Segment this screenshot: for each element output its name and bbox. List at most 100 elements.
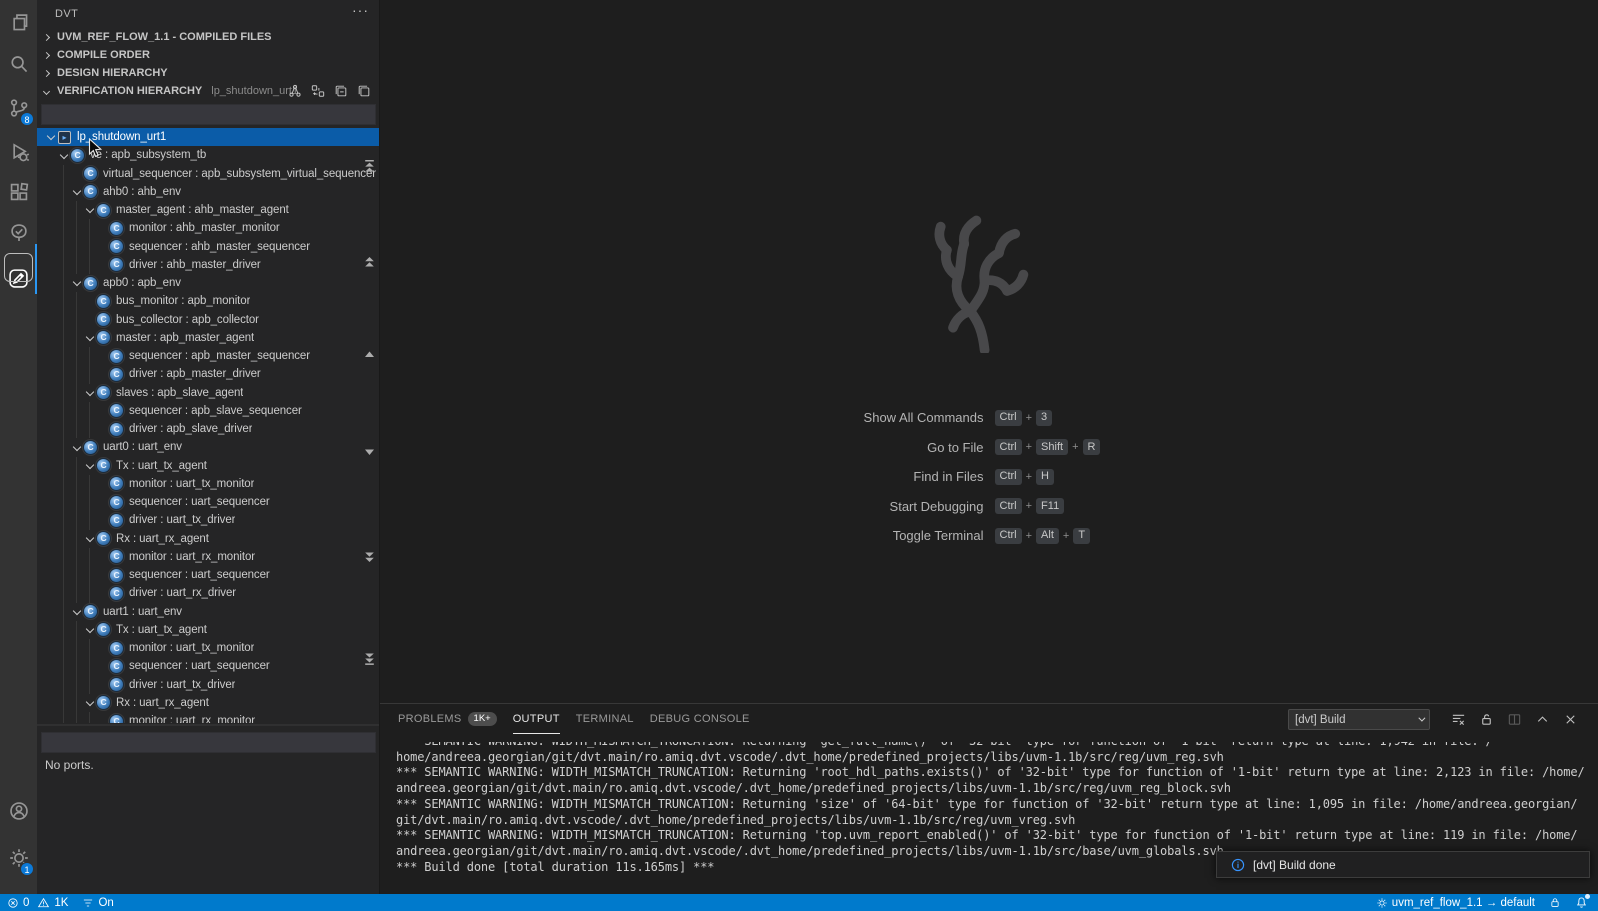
tree-item-label: driver : apb_slave_driver [129,420,252,438]
chevron-expanded-icon[interactable] [84,457,97,475]
class-icon: C [110,350,123,363]
verification-tree: ▸lp_shutdown_urt1Cve : apb_subsystem_tbC… [37,128,379,723]
clear-output-icon[interactable] [1451,712,1466,727]
tree-item[interactable]: Cbus_monitor : apb_monitor [37,292,379,310]
settings-gear-icon[interactable]: 1 [0,838,37,878]
output-channel-select[interactable]: [dvt] Build [1288,709,1430,730]
tree-item[interactable]: Cslaves : apb_slave_agent [37,384,379,402]
chevron-expanded-icon[interactable] [58,146,71,164]
tree-item[interactable]: CRx : uart_rx_agent [37,694,379,712]
indent-guide [63,311,64,329]
chevron-expanded-icon[interactable] [84,329,97,347]
maximize-panel-icon[interactable] [1535,712,1550,727]
tree-item[interactable]: Cbus_collector : apb_collector [37,311,379,329]
chevron-expanded-icon[interactable] [71,438,84,456]
section-verification-hierarchy[interactable]: VERIFICATION HIERARCHY lp_shutdown_urt1 [37,82,379,100]
tree-item[interactable]: Csequencer : apb_master_sequencer [37,347,379,365]
tree-item[interactable]: Cdriver : uart_tx_driver [37,676,379,694]
tree-item[interactable]: Cvirtual_sequencer : apb_subsystem_virtu… [37,165,379,183]
tree-item[interactable]: ▸lp_shutdown_urt1 [37,128,379,146]
class-icon: C [110,569,123,582]
close-panel-icon[interactable] [1563,712,1578,727]
workspace-trust-status[interactable] [1549,896,1561,909]
chevron-expanded-icon[interactable] [71,603,84,621]
tree-item[interactable]: Cdriver : uart_rx_driver [37,584,379,602]
shortcut-label: Show All Commands [654,410,984,425]
indent-guide [63,384,64,402]
search-icon[interactable] [0,44,37,84]
tab-output[interactable]: OUTPUT [513,705,560,734]
tree-item[interactable]: Cmonitor : uart_tx_monitor [37,475,379,493]
tab-debug-console[interactable]: DEBUG CONSOLE [650,705,750,734]
tree-item[interactable]: Cdriver : apb_master_driver [37,365,379,383]
project-config-status[interactable]: uvm_ref_flow_1.1 → default [1376,897,1535,909]
tree-item[interactable]: CTx : uart_tx_agent [37,457,379,475]
ports-splitter[interactable] [37,724,379,726]
shortcut-label: Toggle Terminal [654,528,984,543]
tree-item[interactable]: Cmonitor : uart_rx_monitor [37,712,379,723]
copy-hierarchy-icon[interactable] [357,84,371,98]
collapse-all-icon[interactable] [334,84,348,98]
run-debug-icon[interactable] [0,132,37,172]
hierarchy-filter-input[interactable] [41,104,376,125]
tree-item[interactable]: Cmonitor : uart_tx_monitor [37,639,379,657]
chevron-expanded-icon[interactable] [84,530,97,548]
tree-item[interactable]: Capb0 : apb_env [37,274,379,292]
hierarchy-diagram-icon[interactable] [288,84,302,98]
problems-status[interactable]: 0 1K [7,897,68,909]
tree-item[interactable]: Csequencer : uart_sequencer [37,493,379,511]
tree-item[interactable]: Csequencer : ahb_master_sequencer [37,238,379,256]
tree-item[interactable]: Csequencer : apb_slave_sequencer [37,402,379,420]
tree-item[interactable]: Cahb0 : ahb_env [37,183,379,201]
chevron-expanded-icon[interactable] [84,384,97,402]
indent-guide [63,621,64,639]
tree-item[interactable]: Cmaster_agent : ahb_master_agent [37,201,379,219]
filter-status[interactable]: On [82,897,113,909]
section-design-hierarchy[interactable]: DESIGN HIERARCHY [37,64,379,82]
extensions-icon[interactable] [0,172,37,212]
tree-item-label: sequencer : apb_master_sequencer [129,347,310,365]
indent-guide [76,511,77,529]
notification-toast[interactable]: [dvt] Build done [1216,851,1590,878]
tree-item[interactable]: Cmaster : apb_master_agent [37,329,379,347]
tree-item[interactable]: Cuart1 : uart_env [37,603,379,621]
verification-checks-icon[interactable] [0,213,37,253]
dvt-view-icon[interactable] [0,258,37,298]
section-compile-order[interactable]: COMPILE ORDER [37,46,379,64]
tab-problems[interactable]: PROBLEMS 1K+ [398,705,497,734]
chevron-expanded-icon[interactable] [45,128,58,146]
tree-item[interactable]: Cmonitor : uart_rx_monitor [37,548,379,566]
tree-item[interactable]: Csequencer : uart_sequencer [37,657,379,675]
tree-item[interactable]: Cve : apb_subsystem_tb [37,146,379,164]
tree-item[interactable]: Csequencer : uart_sequencer [37,566,379,584]
tree-item[interactable]: Cdriver : uart_tx_driver [37,511,379,529]
group-add-icon[interactable] [311,84,325,98]
tree-item[interactable]: Cmonitor : ahb_master_monitor [37,219,379,237]
chevron-expanded-icon[interactable] [71,274,84,292]
tree-item[interactable]: CTx : uart_tx_agent [37,621,379,639]
tree-item[interactable]: Cdriver : ahb_master_driver [37,256,379,274]
ports-filter-input[interactable] [41,732,376,753]
chevron-expanded-icon[interactable] [84,201,97,219]
module-icon: ▸ [58,131,71,144]
account-icon[interactable] [0,791,37,831]
indent-guide [76,475,77,493]
indent-guide [89,420,90,438]
notifications-bell[interactable] [1575,896,1588,909]
split-panel-icon[interactable] [1507,712,1522,727]
class-icon: C [110,514,123,527]
output-channel-value: [dvt] Build [1295,714,1346,726]
explorer-icon[interactable] [0,2,37,42]
chevron-expanded-icon[interactable] [84,621,97,639]
indent-guide [63,438,64,456]
source-control-icon[interactable]: 8 [0,88,37,128]
chevron-expanded-icon[interactable] [71,183,84,201]
chevron-expanded-icon[interactable] [84,694,97,712]
tree-item[interactable]: Cuart0 : uart_env [37,438,379,456]
unlock-icon[interactable] [1479,712,1494,727]
section-compiled-files[interactable]: UVM_REF_FLOW_1.1 - COMPILED FILES [37,28,379,46]
more-actions-icon[interactable]: ··· [352,2,369,18]
tree-item[interactable]: Cdriver : apb_slave_driver [37,420,379,438]
tab-terminal[interactable]: TERMINAL [576,705,634,734]
tree-item[interactable]: CRx : uart_rx_agent [37,530,379,548]
